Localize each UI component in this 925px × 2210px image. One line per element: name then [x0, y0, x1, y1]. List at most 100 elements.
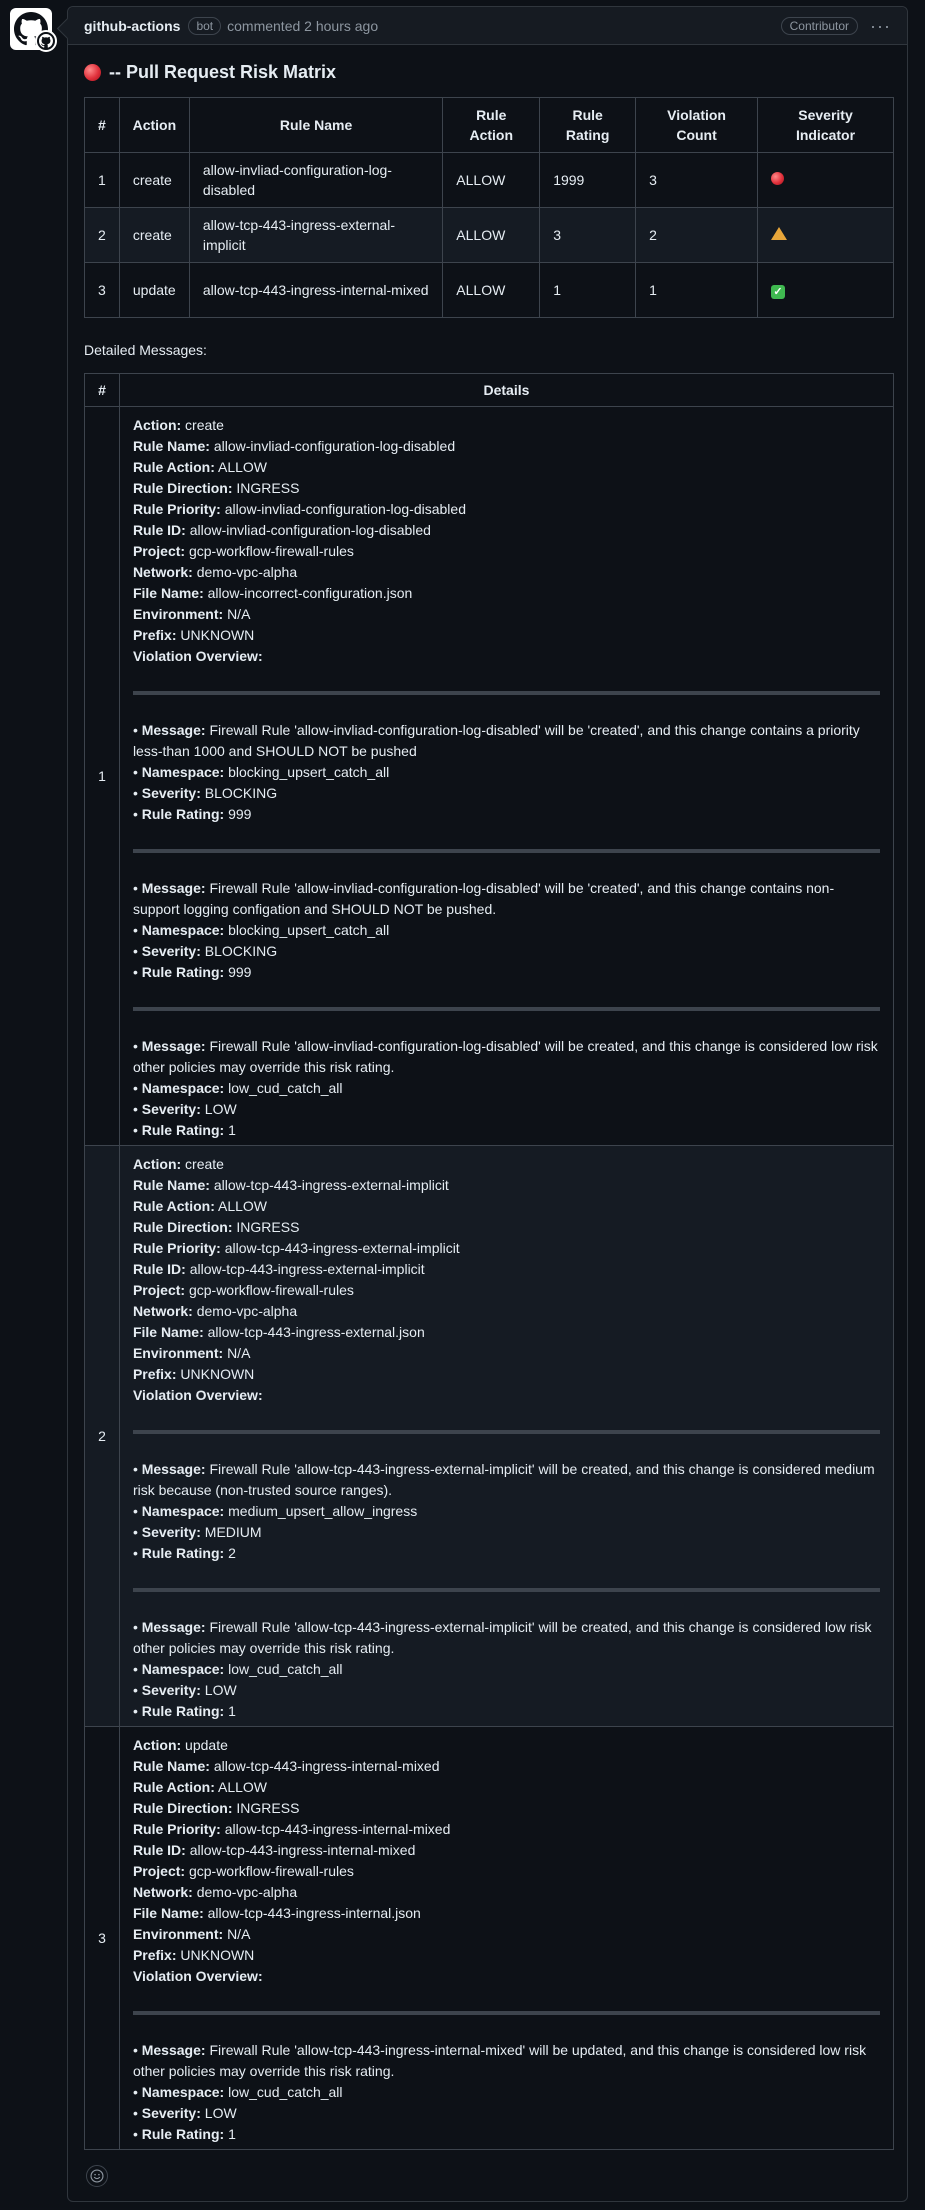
- divider: [132, 1588, 880, 1592]
- violation-severity: • Severity: LOW: [132, 1101, 237, 1117]
- table-row: 2 create allow-tcp-443-ingress-external-…: [84, 207, 894, 263]
- field-label: Message:: [141, 1619, 206, 1635]
- divider: [132, 2011, 880, 2015]
- details-cell: Action: create Rule Name: allow-invliad-c…: [118, 406, 895, 1146]
- risk-matrix-table: # Action Rule Name Rule Action Rule Rati…: [84, 97, 894, 318]
- field-value: Firewall Rule 'allow-invliad-configurati…: [132, 1038, 878, 1075]
- smiley-icon: [90, 2169, 104, 2183]
- action-cell: update: [118, 262, 190, 318]
- field-value: allow-tcp-443-ingress-internal-mixed: [189, 1842, 416, 1858]
- field-label: File Name:: [132, 1324, 204, 1340]
- field-label: Action:: [132, 417, 182, 433]
- field-label: Namespace:: [141, 1080, 225, 1096]
- github-app-badge-icon: [35, 30, 57, 52]
- more-options-icon[interactable]: ···: [870, 17, 891, 35]
- field-value: allow-tcp-443-ingress-internal.json: [207, 1905, 421, 1921]
- field-rule-id: Rule ID: allow-tcp-443-ingress-external-…: [133, 1259, 880, 1280]
- field-value: allow-tcp-443-ingress-external-implicit: [224, 1240, 460, 1256]
- field-value: Firewall Rule 'allow-tcp-443-ingress-int…: [132, 2042, 867, 2079]
- field-label: Rule Action:: [132, 1779, 215, 1795]
- field-environment: Environment: N/A: [133, 1343, 880, 1364]
- action-cell: create: [118, 207, 190, 263]
- comment-timestamp[interactable]: commented 2 hours ago: [227, 18, 378, 34]
- field-prefix: Prefix: UNKNOWN: [133, 1364, 880, 1385]
- field-value: demo-vpc-alpha: [196, 564, 298, 580]
- violation-message: • Message: Firewall Rule 'allow-tcp-443-…: [132, 1461, 875, 1498]
- field-value: UNKNOWN: [180, 627, 255, 643]
- field-rule-action: Rule Action: ALLOW: [133, 1777, 880, 1798]
- field-label: Namespace:: [141, 2084, 225, 2100]
- violation-overview-label: Violation Overview:: [133, 646, 880, 667]
- detailed-messages-label: Detailed Messages:: [84, 342, 207, 358]
- column-header: Action: [118, 97, 190, 153]
- violation-overview-label: Violation Overview:: [133, 1966, 880, 1987]
- field-label: Severity:: [141, 1682, 201, 1698]
- row-number: 2: [84, 1145, 120, 1727]
- field-rule-direction: Rule Direction: INGRESS: [133, 478, 880, 499]
- field-value: low_cud_catch_all: [228, 1661, 343, 1677]
- author-link[interactable]: github-actions: [84, 18, 180, 34]
- field-value: LOW: [204, 2105, 237, 2121]
- comment-body: -- Pull Request Risk Matrix # Action Rul…: [68, 45, 907, 2150]
- rule-rating-cell: 1: [539, 262, 637, 318]
- field-value: Firewall Rule 'allow-invliad-configurati…: [132, 722, 860, 759]
- violation-message: • Message: Firewall Rule 'allow-tcp-443-…: [132, 1619, 872, 1656]
- field-value: BLOCKING: [204, 785, 278, 801]
- field-value: low_cud_catch_all: [228, 2084, 343, 2100]
- field-label: Network:: [132, 1884, 193, 1900]
- field-label: Prefix:: [132, 627, 177, 643]
- violation-severity: • Severity: LOW: [132, 2105, 237, 2121]
- violation-severity: • Severity: LOW: [132, 1682, 237, 1698]
- rule-rating-cell: 1999: [539, 152, 637, 208]
- field-project: Project: gcp-workflow-firewall-rules: [133, 1280, 880, 1301]
- action-cell: create: [118, 152, 190, 208]
- violation-namespace: • Namespace: blocking_upsert_catch_all: [132, 922, 390, 938]
- field-value: gcp-workflow-firewall-rules: [188, 1863, 354, 1879]
- rule-action-cell: ALLOW: [442, 152, 541, 208]
- field-rule-action: Rule Action: ALLOW: [133, 457, 880, 478]
- violation-namespace: • Namespace: low_cud_catch_all: [132, 1080, 343, 1096]
- field-value: Firewall Rule 'allow-tcp-443-ingress-ext…: [132, 1619, 872, 1656]
- field-action: Action: create: [133, 415, 880, 436]
- bot-badge: bot: [188, 16, 222, 35]
- field-label: Rule Priority:: [132, 1240, 221, 1256]
- field-value: medium_upsert_allow_ingress: [228, 1503, 418, 1519]
- field-value: create: [185, 1156, 224, 1172]
- field-label: Namespace:: [141, 1661, 225, 1677]
- field-value: 1: [228, 1122, 236, 1138]
- field-rule-id: Rule ID: allow-invliad-configuration-log…: [133, 520, 880, 541]
- details-row: 2 Action: create Rule Name: allow-tcp-443-…: [84, 1145, 895, 1727]
- field-value: MEDIUM: [204, 1524, 262, 1540]
- field-value: blocking_upsert_catch_all: [228, 764, 390, 780]
- field-label: Rule Direction:: [132, 480, 233, 496]
- field-value: 1: [228, 1703, 236, 1719]
- add-reaction-button[interactable]: [86, 2165, 108, 2187]
- comment-header: github-actions bot commented 2 hours ago…: [68, 7, 907, 45]
- column-header: #: [84, 373, 120, 407]
- field-value: create: [185, 417, 224, 433]
- field-label: Rule Rating:: [141, 1122, 225, 1138]
- field-label: Severity:: [141, 785, 201, 801]
- field-value: 1: [228, 2126, 236, 2142]
- comment-box: github-actions bot commented 2 hours ago…: [67, 6, 908, 2202]
- field-label: Rule ID:: [132, 522, 186, 538]
- field-value: N/A: [227, 1345, 251, 1361]
- violation-rating: • Rule Rating: 1: [132, 2126, 236, 2142]
- field-value: allow-tcp-443-ingress-internal-mixed: [224, 1821, 451, 1837]
- field-label: Namespace:: [141, 922, 225, 938]
- rule-name-cell: allow-invliad-configuration-log-disabled: [188, 152, 444, 208]
- violation-namespace: • Namespace: blocking_upsert_catch_all: [132, 764, 390, 780]
- field-label: Message:: [141, 722, 206, 738]
- field-rule-id: Rule ID: allow-tcp-443-ingress-internal-…: [133, 1840, 880, 1861]
- field-project: Project: gcp-workflow-firewall-rules: [133, 541, 880, 562]
- violation-overview-label: Violation Overview:: [133, 1385, 880, 1406]
- field-value: LOW: [204, 1682, 237, 1698]
- field-label: Rule Rating:: [141, 964, 225, 980]
- contributor-badge: Contributor: [780, 16, 859, 35]
- rule-action-cell: ALLOW: [442, 262, 541, 318]
- field-label: Network:: [132, 1303, 193, 1319]
- violation-namespace: • Namespace: low_cud_catch_all: [132, 2084, 343, 2100]
- field-rule-name: Rule Name: allow-tcp-443-ingress-externa…: [133, 1175, 880, 1196]
- field-rule-action: Rule Action: ALLOW: [133, 1196, 880, 1217]
- column-header: #: [84, 97, 120, 153]
